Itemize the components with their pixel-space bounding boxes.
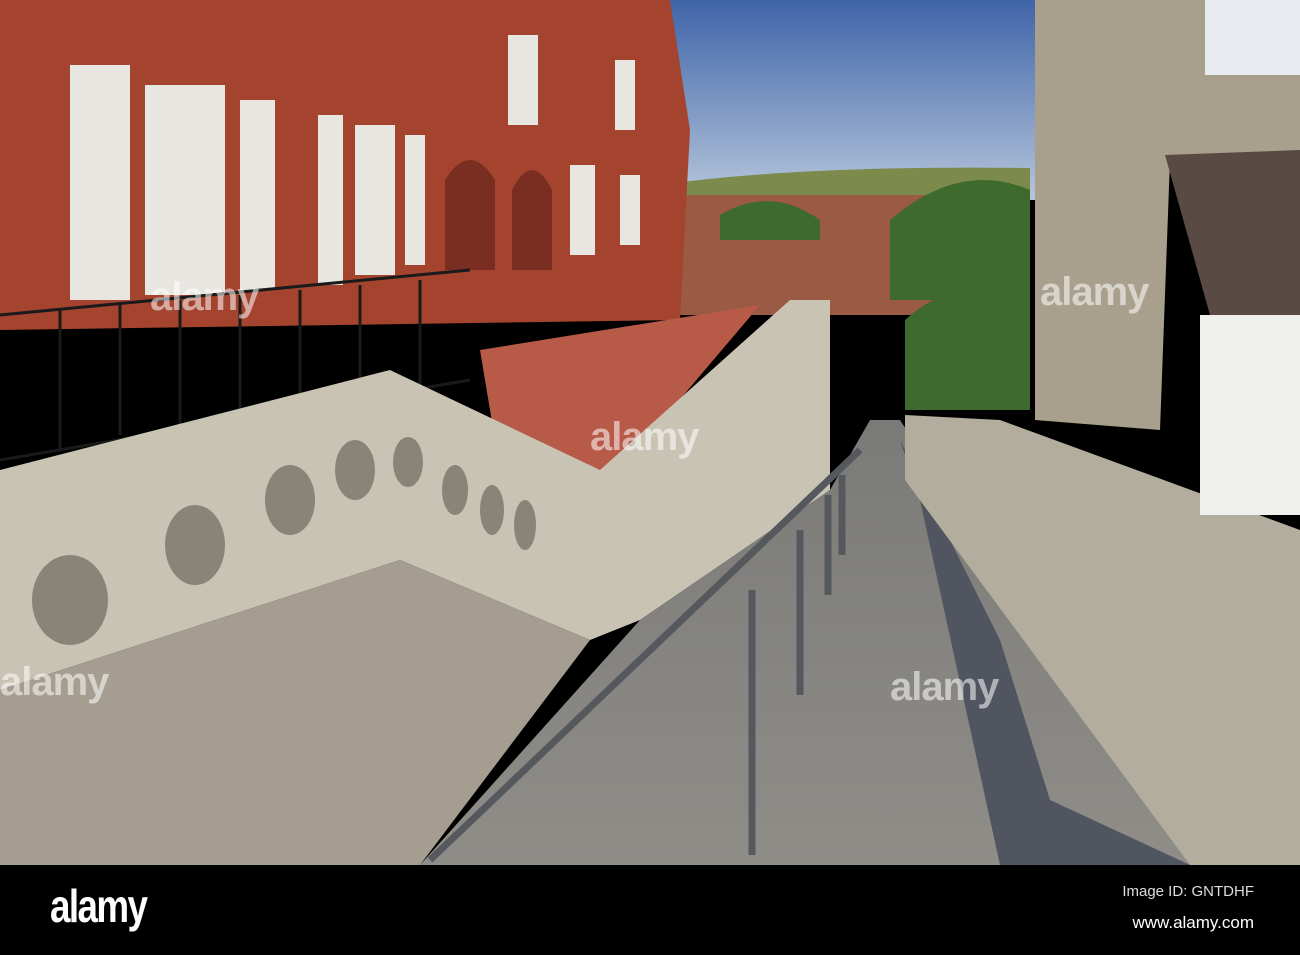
roof [1165, 150, 1300, 315]
website-link[interactable]: www.alamy.com [1132, 913, 1254, 933]
image-id: Image ID: GNTDHF [1122, 883, 1254, 900]
watermark: alamy [590, 415, 699, 459]
white-wall [1200, 315, 1300, 515]
footer-bar: alamy Image ID: GNTDHF www.alamy.com [0, 865, 1300, 955]
watermark: alamy [1040, 270, 1149, 314]
alamy-logo: alamy [50, 880, 148, 932]
upper-window [1205, 0, 1300, 75]
watermark: alamy [890, 665, 999, 709]
watermark: alamy [0, 660, 109, 704]
watermark: alamy [150, 275, 259, 319]
stock-photo: alamy alamy alamy alamy alamy alamy Imag… [0, 0, 1300, 955]
